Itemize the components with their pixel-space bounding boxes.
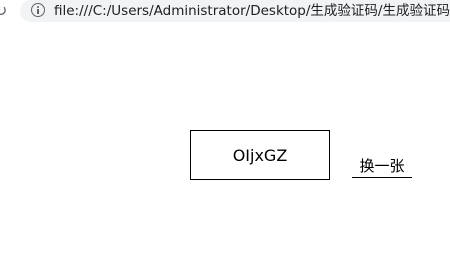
captcha-text: OIjxGZ — [232, 145, 288, 165]
url-text[interactable]: file:///C:/Users/Administrator/Desktop/生… — [54, 2, 450, 20]
refresh-captcha-link[interactable]: 换一张 — [352, 155, 412, 178]
captcha-box: OIjxGZ — [190, 130, 330, 180]
info-icon[interactable] — [31, 3, 45, 17]
browser-toolbar: ↻ file:///C:/Users/Administrator/Desktop… — [0, 0, 450, 24]
reload-icon[interactable]: ↻ — [0, 2, 10, 20]
address-bar[interactable]: file:///C:/Users/Administrator/Desktop/生… — [20, 0, 450, 22]
